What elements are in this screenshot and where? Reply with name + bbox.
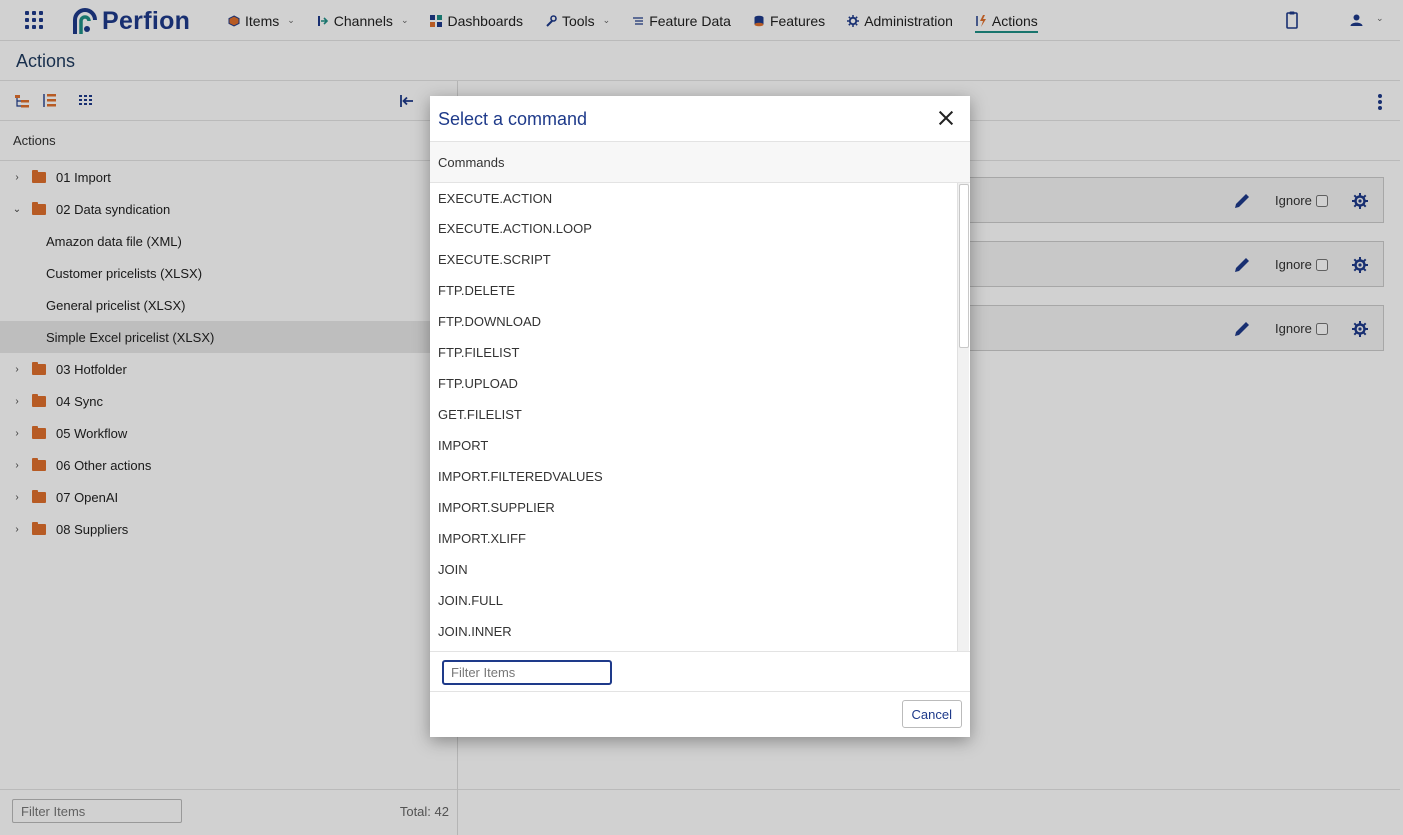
command-option[interactable]: JOIN.FULL bbox=[430, 585, 970, 616]
command-option[interactable]: IMPORT.SUPPLIER bbox=[430, 492, 970, 523]
commands-list: EXECUTE.ACTION EXECUTE.ACTION.LOOP EXECU… bbox=[430, 183, 970, 651]
command-option[interactable]: IMPORT.FILTEREDVALUES bbox=[430, 461, 970, 492]
scrollbar-thumb[interactable] bbox=[959, 184, 969, 348]
dialog-title: Select a command bbox=[438, 109, 588, 129]
command-option[interactable]: JOIN bbox=[430, 554, 970, 585]
command-option[interactable]: FTP.DOWNLOAD bbox=[430, 306, 970, 337]
dialog-footer: Cancel bbox=[430, 692, 970, 737]
command-option[interactable]: EXECUTE.SCRIPT bbox=[430, 244, 970, 275]
cancel-button[interactable]: Cancel bbox=[901, 700, 962, 728]
command-option[interactable]: EXECUTE.ACTION.LOOP bbox=[430, 213, 970, 244]
dialog-filter-row bbox=[430, 651, 970, 692]
command-option[interactable]: IMPORT.XLIFF bbox=[430, 523, 970, 554]
command-option[interactable]: EXECUTE.ACTION bbox=[430, 183, 970, 213]
commands-scrollbar[interactable] bbox=[957, 183, 969, 651]
dialog-header: Select a command bbox=[430, 96, 970, 142]
command-option[interactable]: GET.FILELIST bbox=[430, 399, 970, 430]
commands-column-header: Commands bbox=[430, 142, 970, 183]
command-option[interactable]: IMPORT bbox=[430, 430, 970, 461]
command-option[interactable]: JOIN.INNER bbox=[430, 616, 970, 647]
select-command-dialog: Select a command Commands EXECUTE.ACTION… bbox=[430, 96, 970, 737]
commands-filter-input[interactable] bbox=[442, 660, 612, 685]
close-icon[interactable] bbox=[938, 110, 954, 126]
command-option[interactable]: FTP.DELETE bbox=[430, 275, 970, 306]
command-option[interactable]: FTP.FILELIST bbox=[430, 337, 970, 368]
command-option[interactable]: FTP.UPLOAD bbox=[430, 368, 970, 399]
